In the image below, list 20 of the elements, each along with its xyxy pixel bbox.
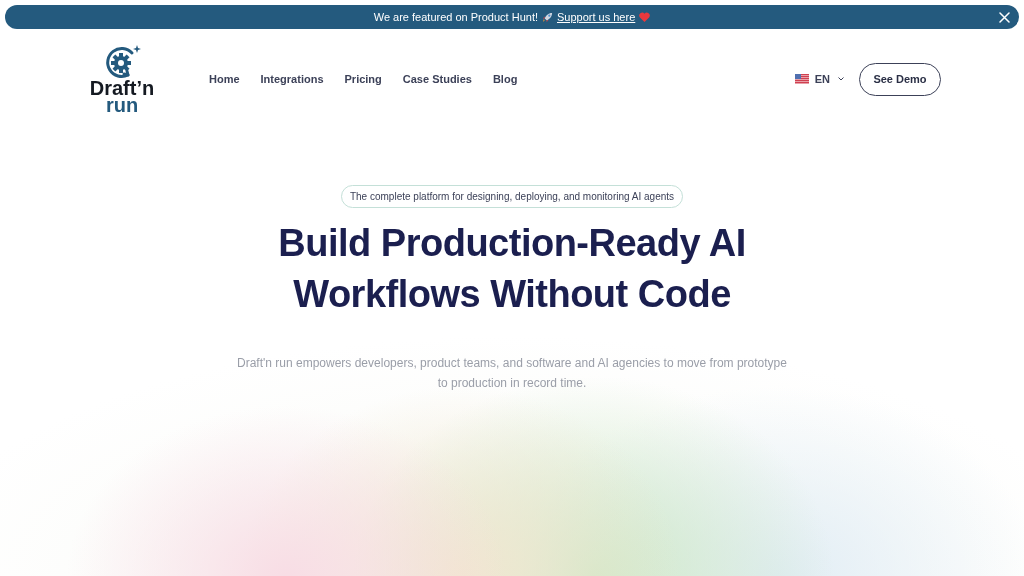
close-icon (998, 11, 1010, 23)
nav-link[interactable]: Blog (492, 70, 518, 88)
hero-heading: Build Production-Ready AI (278, 221, 746, 266)
chevron-down-icon (838, 77, 844, 81)
logo-wordmark: Draft’n (89, 80, 155, 97)
support-link[interactable]: Support us here (557, 8, 636, 26)
close-button[interactable] (997, 10, 1011, 24)
banner-text: We are featured on Product Hunt! (373, 9, 538, 25)
hero-subtitle: Draft'n run empowers developers, product teams, and software and AI agencies to move from prototype to production in record time. (236, 355, 788, 392)
us-flag-icon (794, 74, 809, 84)
rocket-icon (542, 11, 553, 23)
nav-link[interactable]: Integrations (260, 70, 324, 88)
nav-link[interactable]: Home (209, 70, 240, 88)
heart-icon (639, 12, 651, 22)
language-selector[interactable]: EN (794, 70, 844, 88)
nav-link[interactable]: Pricing (344, 70, 382, 88)
tagline-badge: The complete platform for designing, deploying, and monitoring AI agents (340, 185, 684, 208)
nav-link[interactable]: Case Studies (402, 70, 472, 88)
logo-wordmark-second-line: run (105, 97, 139, 114)
hero-heading: Workflows Without Code (293, 272, 731, 317)
